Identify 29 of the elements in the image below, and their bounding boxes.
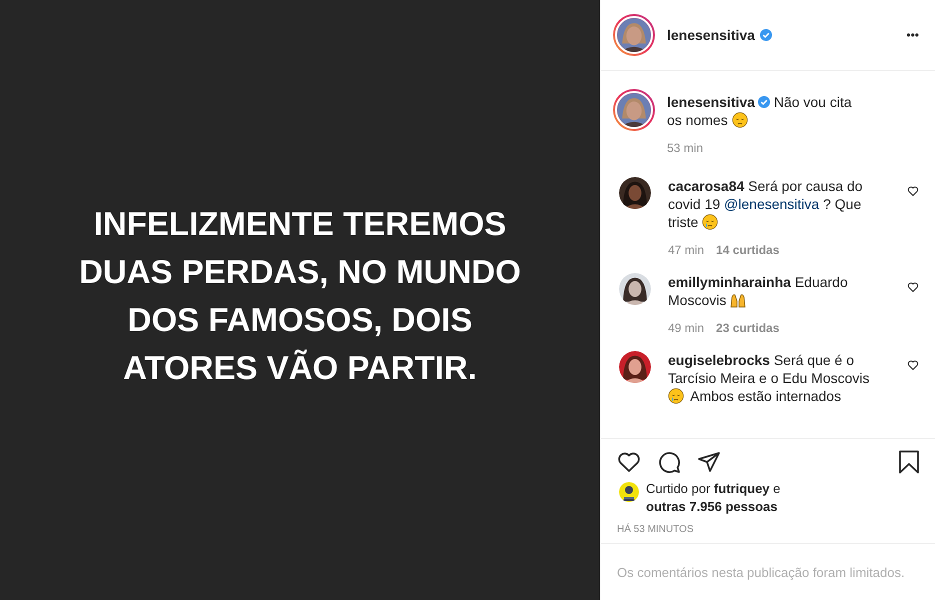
heart-icon[interactable] — [907, 185, 919, 197]
heart-icon[interactable] — [907, 281, 919, 293]
bookmark-icon[interactable] — [897, 450, 921, 474]
comment-time: 47 min — [668, 243, 704, 257]
crying-face-emoji-icon — [702, 214, 718, 230]
comment-time: 49 min — [668, 321, 704, 335]
comment-icon[interactable] — [657, 450, 681, 474]
heart-icon[interactable] — [617, 450, 641, 474]
send-icon[interactable] — [697, 450, 721, 474]
post-timestamp: HÁ 53 MINUTOS — [616, 522, 694, 537]
comment-text: cacarosa84 Será por causa do covid 19 @lenesensitiva ? Que triste — [668, 177, 864, 231]
more-options-button[interactable]: ••• — [906, 28, 919, 42]
username[interactable]: emillyminharainha — [668, 274, 791, 290]
raised-hands-emoji-icon — [730, 292, 746, 308]
comment-time: 53 min — [667, 141, 704, 155]
comments-limited-notice: Os comentários nesta publicação foram limitados. — [617, 564, 905, 580]
sad-face-emoji-icon — [732, 112, 748, 128]
crying-face-emoji-icon — [668, 388, 684, 404]
heart-icon[interactable] — [907, 359, 919, 371]
username[interactable]: cacarosa84 — [668, 178, 744, 194]
comment-text: eugiselebrocks Será que é o Tarcísio Meira e o Edu Moscovis Ambos estão internados — [668, 351, 871, 405]
mention-link[interactable]: @lenesensitiva — [724, 196, 820, 212]
username[interactable]: eugiselebrocks — [668, 352, 770, 368]
username[interactable]: lenesensitiva — [667, 27, 755, 43]
username[interactable]: lenesensitiva — [667, 94, 755, 110]
comment-text: emillyminharainha Eduardo Moscovis — [668, 273, 849, 309]
comment-text: lenesensitiva Não vou cita os nomes — [667, 93, 853, 129]
post-caption-text: INFELIZMENTE TEREMOS DUAS PERDAS, NO MUNDO DOS FAMOSOS, DOIS ATORES VÃO PARTIR. — [78, 204, 522, 388]
likes-summary: Curtido por futriquey e outras 7.956 pessoas — [646, 480, 782, 516]
